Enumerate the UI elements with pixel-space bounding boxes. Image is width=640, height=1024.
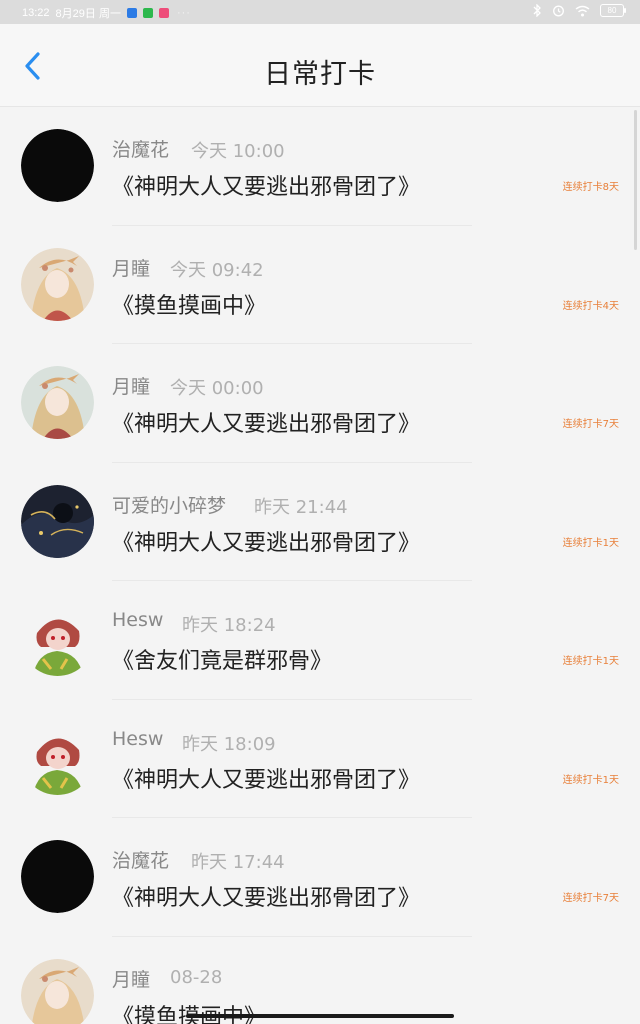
checkin-time: 昨天 18:09 <box>182 733 276 755</box>
status-time: 13:22 <box>22 7 50 19</box>
home-indicator[interactable] <box>186 1014 454 1018</box>
wechat-icon <box>142 8 153 18</box>
status-date: 8月29日 周一 <box>55 8 121 20</box>
avatar[interactable] <box>21 840 94 913</box>
checkin-time: 昨天 18:24 <box>182 615 276 636</box>
list-item[interactable]: 治魔花 今天 10:00 《神明大人又要逃出邪骨团了》 连续打卡8天 <box>0 107 640 226</box>
streak-label: 连续打卡4天 <box>562 300 619 312</box>
book-title[interactable]: 《摸鱼摸画中》 <box>112 288 266 320</box>
avatar[interactable] <box>21 247 94 321</box>
book-title[interactable]: 《神明大人又要逃出邪骨团了》 <box>112 406 420 438</box>
avatar[interactable] <box>21 721 94 795</box>
book-title[interactable]: 《神明大人又要逃出邪骨团了》 <box>112 525 420 557</box>
avatar[interactable] <box>21 958 94 1024</box>
user-nickname[interactable]: 月瞳 <box>112 965 150 992</box>
user-nickname[interactable]: 月瞳 <box>112 254 150 281</box>
avatar[interactable] <box>21 129 94 202</box>
scrollbar[interactable] <box>634 110 637 250</box>
list-item[interactable]: 治魔花 昨天 17:44 《神明大人又要逃出邪骨团了》 连续打卡7天 <box>0 818 640 937</box>
checkin-time: 昨天 21:44 <box>254 496 348 518</box>
user-nickname[interactable]: 可爱的小碎梦 <box>112 491 226 518</box>
checkin-time: 昨天 17:44 <box>191 852 285 873</box>
notification-app-icon <box>126 8 137 18</box>
checkin-list: 治魔花 今天 10:00 《神明大人又要逃出邪骨团了》 连续打卡8天 月瞳 今天… <box>0 107 640 1024</box>
streak-label: 连续打卡1天 <box>562 774 619 786</box>
streak-label: 连续打卡1天 <box>562 656 619 667</box>
user-nickname[interactable]: Hesw <box>112 609 163 631</box>
list-item[interactable]: 月瞳 08-28 《摸鱼摸画中》 <box>0 937 640 1024</box>
list-item[interactable]: 月瞳 今天 00:00 《神明大人又要逃出邪骨团了》 连续打卡7天 <box>0 344 640 463</box>
status-bar: 13:22 8月29日 周一 ··· 80 <box>0 0 640 24</box>
checkin-time: 今天 10:00 <box>191 141 285 162</box>
user-nickname[interactable]: 治魔花 <box>112 135 169 162</box>
checkin-time: 08-28 <box>170 966 223 988</box>
wifi-icon <box>575 5 590 16</box>
streak-label: 连续打卡7天 <box>562 893 619 904</box>
bluetooth-icon <box>533 4 541 17</box>
avatar[interactable] <box>21 603 94 676</box>
book-title[interactable]: 《摸鱼摸画中》 <box>112 999 266 1024</box>
streak-label: 连续打卡8天 <box>562 182 619 193</box>
notification-app-icon <box>158 8 169 18</box>
user-nickname[interactable]: 治魔花 <box>112 846 169 873</box>
more-notifications-icon: ··· <box>176 7 191 19</box>
checkin-time: 今天 09:42 <box>170 259 264 281</box>
streak-label: 连续打卡7天 <box>562 419 619 430</box>
battery-icon: 80 <box>600 4 626 17</box>
screen: 13:22 8月29日 周一 ··· 80 日常打卡 治魔花 今天 10:00 … <box>0 0 640 1024</box>
book-title[interactable]: 《神明大人又要逃出邪骨团了》 <box>112 762 420 794</box>
avatar[interactable] <box>21 366 94 439</box>
nav-bar: 日常打卡 <box>0 24 640 107</box>
user-nickname[interactable]: Hesw <box>112 728 163 750</box>
checkin-time: 今天 00:00 <box>170 378 264 399</box>
list-item[interactable]: Hesw 昨天 18:09 《神明大人又要逃出邪骨团了》 连续打卡1天 <box>0 700 640 818</box>
alarm-icon <box>553 5 564 17</box>
book-title[interactable]: 《神明大人又要逃出邪骨团了》 <box>112 880 420 912</box>
list-item[interactable]: Hesw 昨天 18:24 《舍友们竟是群邪骨》 连续打卡1天 <box>0 581 640 700</box>
list-item[interactable]: 月瞳 今天 09:42 《摸鱼摸画中》 连续打卡4天 <box>0 226 640 344</box>
page-title: 日常打卡 <box>264 59 376 90</box>
avatar[interactable] <box>21 484 94 558</box>
book-title[interactable]: 《神明大人又要逃出邪骨团了》 <box>112 169 420 201</box>
book-title[interactable]: 《舍友们竟是群邪骨》 <box>112 643 332 675</box>
streak-label: 连续打卡1天 <box>562 537 619 549</box>
list-item[interactable]: 可爱的小碎梦 昨天 21:44 《神明大人又要逃出邪骨团了》 连续打卡1天 <box>0 463 640 581</box>
user-nickname[interactable]: 月瞳 <box>112 372 150 399</box>
